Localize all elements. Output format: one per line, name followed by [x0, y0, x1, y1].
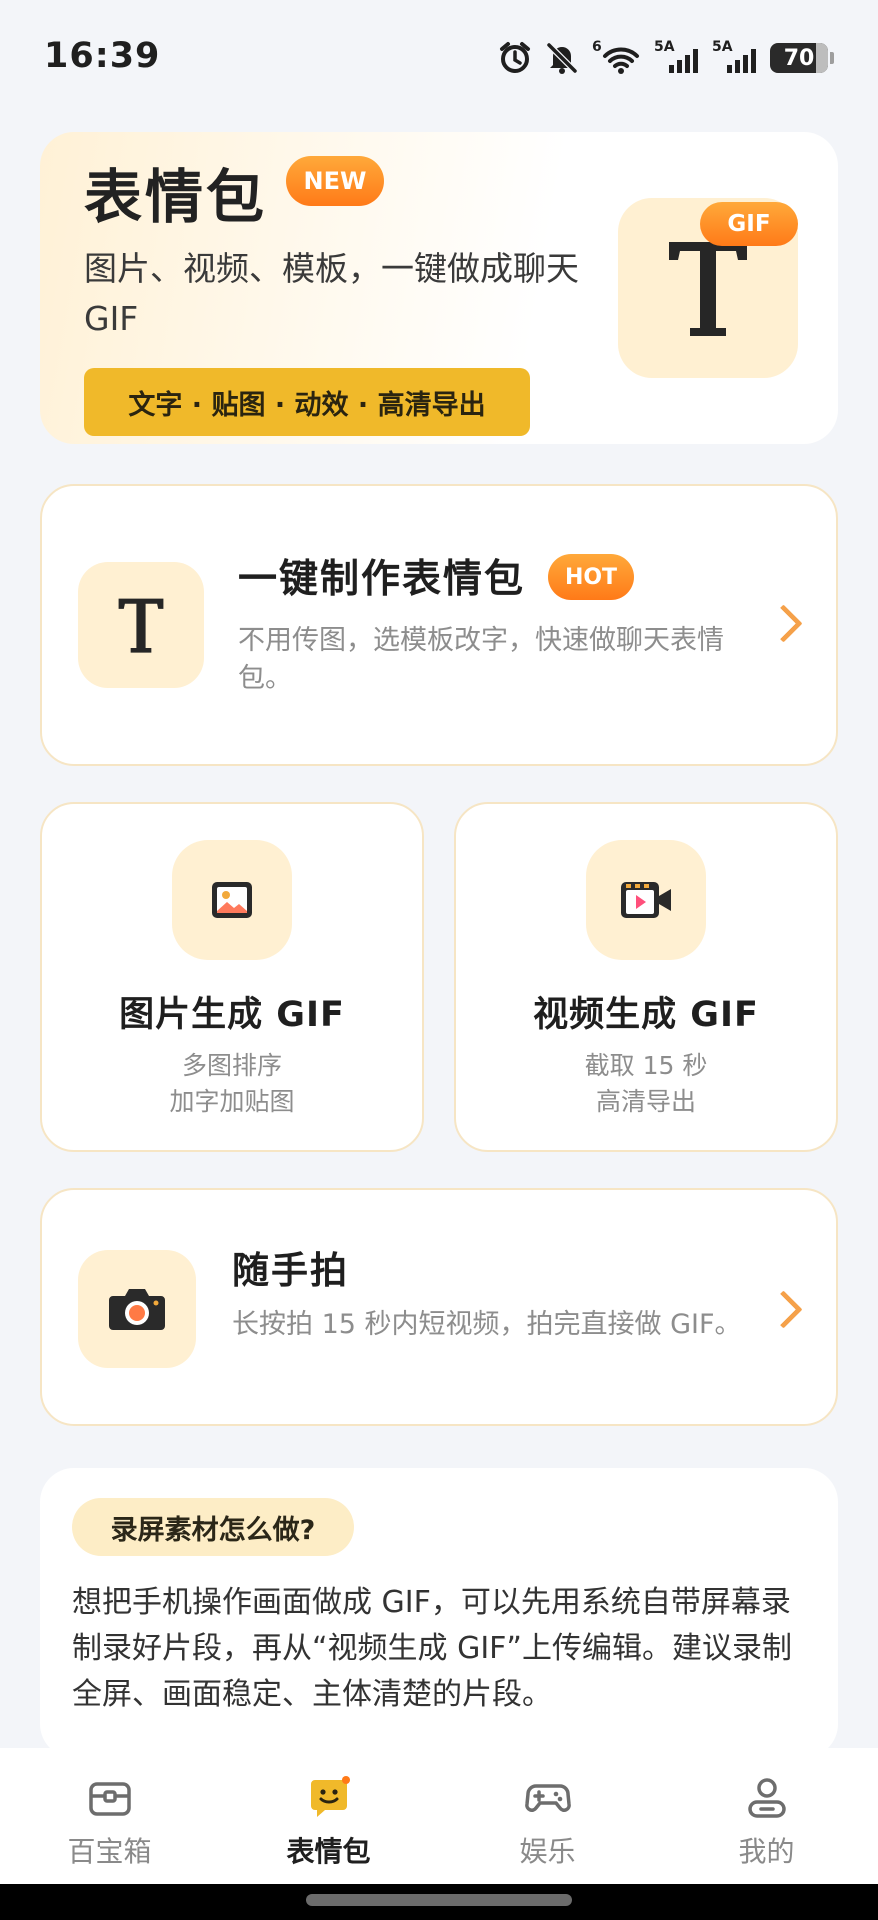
signal-icon: 5A: [712, 39, 756, 75]
status-icons: 6 5A 5A 70: [498, 39, 834, 76]
battery-icon: 70: [770, 43, 834, 73]
hot-badge: HOT: [548, 554, 634, 600]
user-icon: [743, 1774, 791, 1822]
wifi-icon: 6: [592, 39, 640, 75]
hero-features-pill[interactable]: 文字 · 贴图 · 动效 · 高清导出: [84, 368, 530, 436]
tab-entertainment[interactable]: 娱乐: [438, 1748, 657, 1884]
home-indicator[interactable]: [306, 1894, 572, 1906]
video-to-gif-title: 视频生成 GIF: [533, 995, 759, 1035]
gif-badge: GIF: [700, 202, 798, 246]
quick-make-card[interactable]: 一键制作表情包 HOT 不用传图，选模板改字，快速做聊天表情包。: [40, 484, 838, 766]
camera-icon: [78, 1250, 196, 1368]
screen-record-tip-card: 录屏素材怎么做? 想把手机操作画面做成 GIF，可以先用系统自带屏幕录制录好片段…: [40, 1468, 838, 1758]
quick-make-title: 一键制作表情包: [238, 557, 526, 602]
quick-shoot-title: 随手拍: [232, 1249, 349, 1292]
battery-level: 70: [783, 45, 815, 71]
tab-label: 我的: [738, 1835, 795, 1868]
quick-shoot-description: 长按拍 15 秒内短视频，拍完直接做 GIF。: [232, 1309, 742, 1340]
bottom-tab-bar: 百宝箱 表情包 娱乐 我的: [0, 1748, 878, 1884]
video-to-gif-card[interactable]: 视频生成 GIF 截取 15 秒 高清导出: [454, 802, 838, 1152]
mute-icon: [546, 41, 578, 75]
network-label: 6: [592, 39, 602, 55]
video-to-gif-line2: 高清导出: [595, 1087, 696, 1116]
tab-me[interactable]: 我的: [657, 1748, 876, 1884]
chevron-right-icon: [764, 1290, 803, 1329]
alarm-icon: [498, 41, 532, 75]
quick-make-description: 不用传图，选模板改字，快速做聊天表情包。: [238, 625, 724, 694]
new-badge: NEW: [286, 156, 384, 206]
quick-shoot-card[interactable]: 随手拍 长按拍 15 秒内短视频，拍完直接做 GIF。: [40, 1188, 838, 1426]
tab-toolbox[interactable]: 百宝箱: [0, 1748, 219, 1884]
tab-label: 百宝箱: [67, 1835, 152, 1868]
image-to-gif-line1: 多图排序: [181, 1051, 282, 1080]
emoji-icon: [305, 1774, 353, 1822]
tab-label: 表情包: [286, 1835, 371, 1868]
emoji-hero-card[interactable]: 表情包 NEW 图片、视频、模板，一键做成聊天 GIF 文字 · 贴图 · 动效…: [40, 132, 838, 444]
chevron-right-icon: [764, 604, 803, 643]
text-icon: [78, 562, 204, 688]
image-icon: [172, 840, 292, 960]
image-to-gif-line2: 加字加贴图: [169, 1087, 295, 1116]
signal-icon: 5A: [654, 39, 698, 75]
image-to-gif-card[interactable]: 图片生成 GIF 多图排序 加字加贴图: [40, 802, 424, 1152]
tab-label: 娱乐: [519, 1835, 576, 1868]
video-icon: [586, 840, 706, 960]
status-bar: 16:39 6 5A 5A 70: [0, 0, 878, 118]
hero-title: 表情包: [84, 163, 268, 231]
tip-text: 想把手机操作画面做成 GIF，可以先用系统自带屏幕录制录好片段，再从“视频生成 …: [72, 1585, 792, 1712]
image-to-gif-title: 图片生成 GIF: [119, 995, 345, 1035]
hero-description: 图片、视频、模板，一键做成聊天 GIF: [84, 249, 579, 338]
tab-emoji[interactable]: 表情包: [219, 1748, 438, 1884]
clock: 16:39: [44, 36, 161, 76]
tip-tag: 录屏素材怎么做?: [72, 1498, 354, 1556]
gamepad-icon: [524, 1774, 572, 1822]
toolbox-icon: [86, 1774, 134, 1822]
video-to-gif-line1: 截取 15 秒: [584, 1051, 708, 1080]
